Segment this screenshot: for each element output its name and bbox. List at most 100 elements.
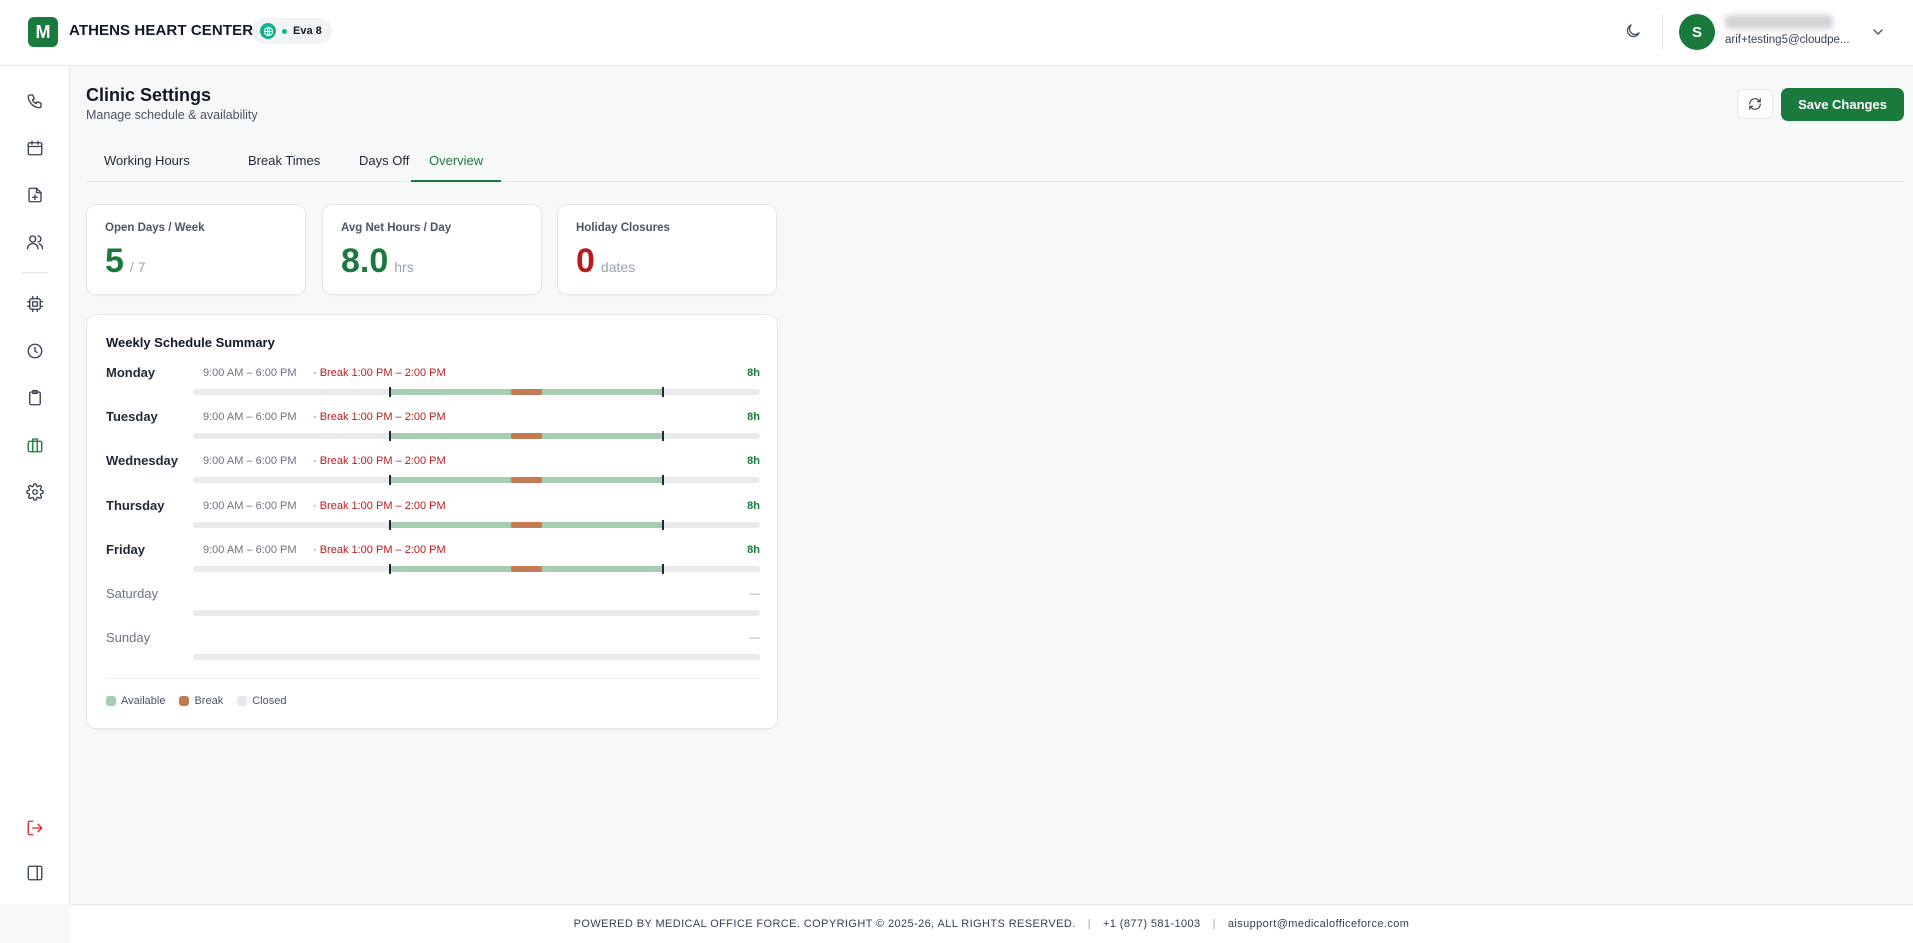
stat-number: 5 bbox=[105, 242, 124, 280]
stat-label: Open Days / Week bbox=[105, 222, 205, 234]
bar-tick bbox=[389, 387, 392, 397]
day-hours: 9:00 AM – 6:00 PM bbox=[203, 367, 297, 379]
schedule-bar bbox=[193, 431, 760, 442]
users-icon[interactable] bbox=[24, 231, 46, 253]
stat-label: Avg Net Hours / Day bbox=[341, 222, 452, 234]
legend-label: Available bbox=[121, 695, 166, 707]
tab-working-hours[interactable]: Working Hours bbox=[86, 150, 208, 182]
sidebar-divider bbox=[22, 272, 48, 273]
legend-label: Break bbox=[194, 695, 224, 707]
day-break: · Break 1:00 PM – 2:00 PM bbox=[313, 411, 446, 424]
briefcase-icon[interactable] bbox=[24, 434, 46, 456]
legend-swatch bbox=[179, 696, 190, 706]
day-break: · Break 1:00 PM – 2:00 PM bbox=[313, 455, 446, 468]
calendar-icon[interactable] bbox=[24, 137, 46, 159]
footer: POWERED BY MEDICAL OFFICE FORCE. COPYRIG… bbox=[70, 904, 1913, 943]
stat-number: 8.0 bbox=[341, 242, 389, 280]
legend-item-available: Available bbox=[106, 695, 165, 707]
day-row-tuesday: Tuesday 9:00 AM – 6:00 PM · Break 1:00 PM … bbox=[106, 408, 760, 448]
day-break: · Break 1:00 PM – 2:00 PM bbox=[313, 499, 446, 512]
day-name: Wednesday bbox=[106, 453, 179, 469]
user-name-blurred bbox=[1725, 15, 1833, 29]
refresh-icon bbox=[1749, 98, 1761, 110]
stat-card-holiday-closures: Holiday Closures 0 dates bbox=[557, 204, 777, 295]
stat-value: 0 dates bbox=[576, 241, 635, 282]
stat-value: 8.0 hrs bbox=[341, 241, 414, 282]
bar-tick bbox=[661, 431, 664, 442]
file-plus-icon[interactable] bbox=[24, 184, 46, 206]
legend-label: Closed bbox=[252, 695, 287, 707]
stat-value: 5 / 7 bbox=[105, 241, 146, 282]
page-subtitle: Manage schedule & availability bbox=[86, 108, 258, 122]
footer-separator: | bbox=[1087, 918, 1091, 930]
bar-tick bbox=[661, 563, 664, 574]
cpu-icon[interactable] bbox=[24, 293, 46, 315]
brand-logo[interactable]: M bbox=[28, 17, 58, 47]
stat-label: Holiday Closures bbox=[576, 222, 670, 234]
logout-icon[interactable] bbox=[24, 817, 46, 839]
day-name: Saturday bbox=[106, 586, 159, 601]
legend-item-break: Break bbox=[179, 695, 223, 707]
day-total: 8h bbox=[747, 499, 760, 512]
day-hours: 9:00 AM – 6:00 PM bbox=[203, 411, 297, 424]
page-title: Clinic Settings bbox=[86, 85, 212, 105]
save-changes-button[interactable]: Save Changes bbox=[1781, 88, 1904, 121]
settings-icon[interactable] bbox=[24, 481, 46, 503]
clipboard-icon[interactable] bbox=[24, 387, 46, 409]
moon-icon[interactable] bbox=[1624, 22, 1644, 42]
schedule-bar bbox=[193, 387, 760, 397]
day-hours: 9:00 AM – 6:00 PM bbox=[203, 499, 297, 512]
legend-divider bbox=[106, 678, 760, 679]
day-break: · Break 1:00 PM – 2:00 PM bbox=[313, 543, 446, 556]
break-segment bbox=[511, 389, 542, 395]
stat-number: 0 bbox=[576, 242, 595, 280]
bar-tick bbox=[661, 387, 664, 397]
day-name: Sunday bbox=[106, 630, 151, 646]
phone-icon[interactable] bbox=[24, 90, 46, 112]
bar-tick bbox=[661, 519, 664, 530]
day-row-saturday: Saturday — bbox=[106, 585, 760, 625]
tab-break-times[interactable]: Break Times bbox=[230, 150, 338, 182]
day-row-monday: Monday 9:00 AM – 6:00 PM · Break 1:00 PM –… bbox=[106, 364, 760, 404]
footer-email[interactable]: aisupport@medicalofficeforce.com bbox=[1228, 918, 1410, 930]
footer-copyright: POWERED BY MEDICAL OFFICE FORCE. COPYRIG… bbox=[573, 918, 1076, 930]
day-total: 8h bbox=[747, 367, 760, 379]
stat-card-open-days: Open Days / Week 5 / 7 bbox=[86, 204, 306, 295]
refresh-button[interactable] bbox=[1737, 89, 1773, 119]
weekly-schedule-card: Weekly Schedule Summary Monday 9:00 AM – … bbox=[86, 314, 778, 729]
break-segment bbox=[511, 477, 542, 484]
stat-unit: dates bbox=[600, 259, 636, 275]
day-total: — bbox=[749, 588, 760, 600]
sidebar-toggle-icon[interactable] bbox=[24, 862, 46, 884]
day-total: — bbox=[749, 632, 760, 645]
weekly-schedule-title: Weekly Schedule Summary bbox=[106, 335, 275, 350]
day-total: 8h bbox=[747, 411, 760, 424]
break-segment bbox=[511, 433, 542, 440]
day-hours: 9:00 AM – 6:00 PM bbox=[203, 543, 297, 556]
stat-unit: / 7 bbox=[129, 259, 146, 275]
day-total: 8h bbox=[747, 455, 760, 468]
settings-tabs: Working Hours Break Times Days Off Overv… bbox=[86, 150, 1904, 182]
avatar[interactable]: S bbox=[1679, 14, 1715, 50]
schedule-bar bbox=[193, 654, 760, 661]
day-row-friday: Friday 9:00 AM – 6:00 PM · Break 1:00 PM –… bbox=[106, 541, 760, 581]
bar-tick bbox=[389, 431, 392, 442]
footer-phone[interactable]: +1 (877) 581-1003 bbox=[1103, 918, 1201, 930]
break-segment bbox=[511, 521, 542, 528]
top-bar: M ATHENS HEART CENTER Eva 8 S arif+testi… bbox=[0, 0, 1913, 66]
clock-icon[interactable] bbox=[24, 340, 46, 362]
day-row-thursday: Thursday 9:00 AM – 6:00 PM · Break 1:00 PM… bbox=[106, 497, 760, 537]
user-email: arif+testing5@cloudpe... bbox=[1725, 34, 1850, 46]
legend-swatch bbox=[106, 696, 116, 706]
assistant-chip[interactable]: Eva 8 bbox=[252, 18, 332, 44]
schedule-bar bbox=[193, 519, 760, 530]
chevron-down-icon[interactable] bbox=[1870, 24, 1886, 40]
bar-tick bbox=[389, 519, 392, 530]
tab-overview[interactable]: Overview bbox=[411, 150, 502, 182]
sidebar bbox=[0, 66, 70, 904]
assistant-label: Eva 8 bbox=[293, 25, 322, 37]
day-name: Thursday bbox=[106, 497, 165, 513]
bar-tick bbox=[661, 475, 664, 486]
header-divider bbox=[1662, 14, 1663, 50]
footer-separator: | bbox=[1212, 918, 1216, 930]
